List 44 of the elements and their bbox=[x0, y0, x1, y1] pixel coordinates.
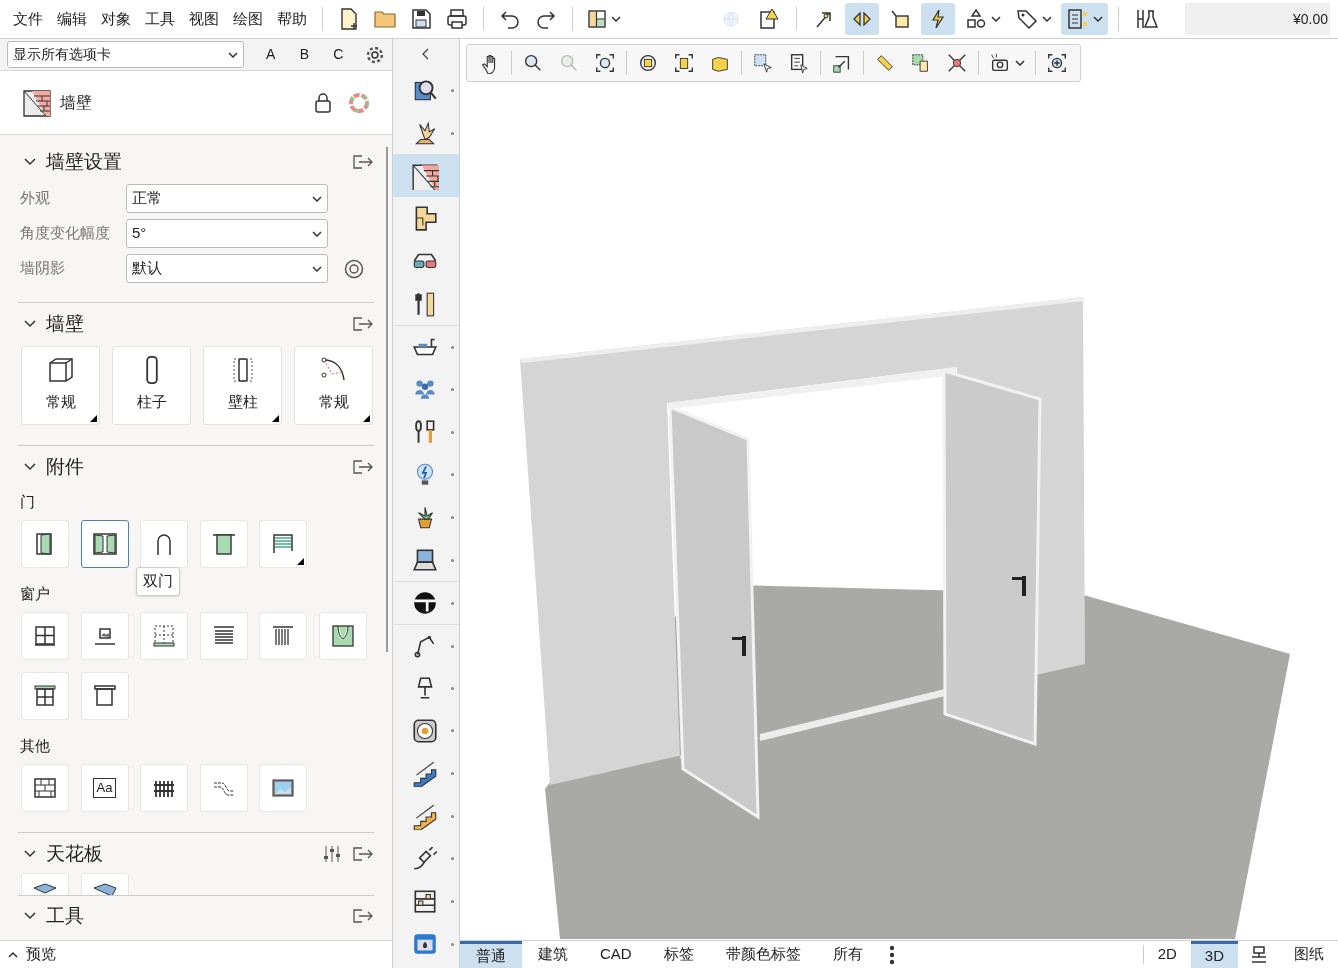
wall-tool-button[interactable]: 常规 bbox=[294, 346, 373, 425]
bottom-tab[interactable]: 标签 bbox=[647, 941, 710, 968]
menu-item[interactable]: 视图 bbox=[184, 7, 224, 31]
text-frame-icon: Aa bbox=[92, 778, 117, 798]
section-title[interactable]: 工具 bbox=[46, 901, 342, 931]
text-frame-tool-button[interactable]: Aa bbox=[80, 764, 129, 812]
wall-tool-button[interactable]: 柱子 bbox=[112, 346, 191, 425]
bottom-tab[interactable]: 带颜色标签 bbox=[709, 941, 817, 968]
section-title[interactable]: 天花板 bbox=[46, 839, 312, 869]
group-label: 门 bbox=[19, 492, 35, 512]
preview-label[interactable]: 预览 bbox=[26, 943, 56, 966]
wall-tool-button[interactable]: 壁柱 bbox=[203, 346, 282, 425]
panel-title: 墙壁 bbox=[60, 92, 93, 113]
menu-item[interactable]: 文件 bbox=[8, 7, 48, 31]
menu-item[interactable]: 工具 bbox=[140, 7, 180, 31]
view-tab[interactable]: 2D bbox=[1143, 941, 1191, 968]
section-title[interactable]: 墙壁设置 bbox=[46, 147, 342, 177]
dropdown-field[interactable]: 正常 bbox=[126, 184, 328, 213]
dropdown-field[interactable]: 5° bbox=[126, 219, 328, 248]
tab-filter-dropdown[interactable]: 显示所有选项卡 bbox=[7, 41, 244, 68]
menu-item[interactable]: 帮助 bbox=[272, 7, 312, 31]
field-label: 墙阴影 bbox=[19, 258, 66, 279]
bottom-tab[interactable]: 建筑 bbox=[522, 941, 584, 968]
field-label: 角度变化幅度 bbox=[19, 223, 111, 244]
group-label: 窗户 bbox=[19, 584, 50, 604]
menu-item[interactable]: 绘图 bbox=[228, 7, 268, 31]
menu-item[interactable]: 编辑 bbox=[52, 7, 92, 31]
wall-tool-button[interactable]: 常规 bbox=[21, 346, 100, 425]
field-label: 外观 bbox=[19, 188, 51, 209]
letter-button[interactable]: B bbox=[297, 44, 312, 65]
bottom-tab[interactable]: 所有 bbox=[816, 941, 879, 968]
section-title[interactable]: 墙壁 bbox=[46, 309, 342, 339]
group-label: 其他 bbox=[19, 736, 50, 756]
view-tab[interactable]: 3D bbox=[1190, 941, 1238, 968]
menu-item[interactable]: 对象 bbox=[96, 7, 136, 31]
bottom-tab[interactable]: 普通 bbox=[460, 941, 522, 968]
letter-button[interactable]: C bbox=[331, 44, 346, 65]
bottom-tab[interactable]: CAD bbox=[584, 941, 648, 968]
tooltip: 双门 bbox=[135, 567, 180, 596]
section-title[interactable]: 附件 bbox=[46, 452, 342, 482]
letter-button[interactable]: A bbox=[263, 44, 278, 65]
dropdown-field[interactable]: 默认 bbox=[126, 254, 328, 283]
price-field: ¥0.00 bbox=[1185, 3, 1330, 35]
view-tab[interactable]: 图纸 bbox=[1280, 941, 1338, 968]
